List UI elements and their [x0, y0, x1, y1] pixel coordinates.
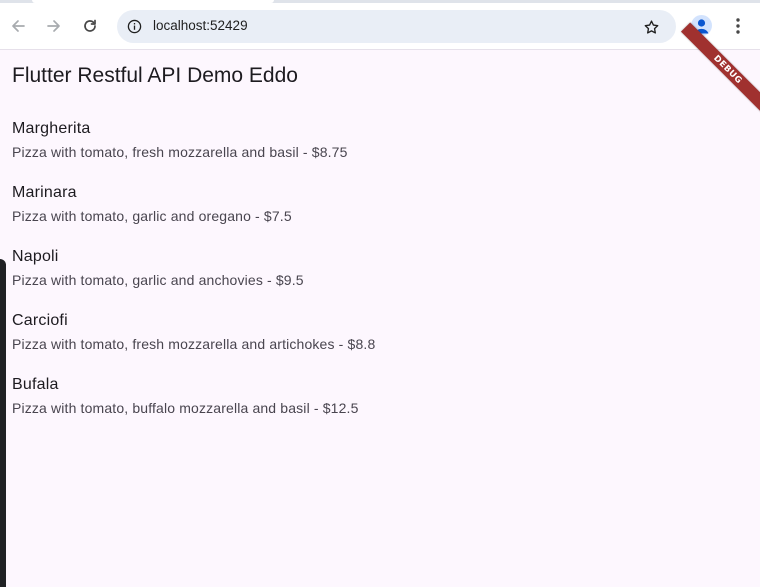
pizza-name: Napoli [12, 248, 59, 265]
pizza-name: Bufala [12, 376, 59, 393]
reload-button[interactable] [77, 13, 103, 39]
tab-strip [0, 0, 760, 3]
adjacent-window-edge [0, 259, 6, 587]
pizza-description: Pizza with tomato, buffalo mozzarella an… [12, 400, 359, 416]
pizza-description: Pizza with tomato, garlic and oregano - … [12, 208, 292, 224]
kebab-menu-icon [736, 18, 740, 34]
pizza-name: Marinara [12, 184, 77, 201]
bookmark-button[interactable] [640, 16, 662, 38]
active-tab[interactable] [32, 0, 274, 3]
debug-banner-label: DEBUG [711, 53, 745, 86]
pizza-description: Pizza with tomato, fresh mozzarella and … [12, 144, 348, 160]
pizza-description: Pizza with tomato, fresh mozzarella and … [12, 336, 376, 352]
info-icon [127, 19, 142, 34]
pizza-description: Pizza with tomato, garlic and anchovies … [12, 272, 304, 288]
app-bar-title: Flutter Restful API Demo Eddo [12, 64, 298, 87]
site-info-button[interactable] [123, 15, 146, 38]
url-text[interactable]: localhost:52429 [153, 18, 248, 33]
pizza-name: Carciofi [12, 312, 68, 329]
browser-toolbar: localhost:52429 [0, 0, 760, 50]
forward-button[interactable] [41, 13, 67, 39]
reload-icon [84, 19, 96, 32]
arrow-forward-icon [47, 20, 60, 32]
arrow-back-icon [12, 20, 25, 32]
browser-menu-button[interactable] [728, 15, 748, 37]
back-button[interactable] [5, 13, 31, 39]
star-icon [644, 19, 658, 34]
pizza-name: Margherita [12, 120, 91, 137]
address-bar[interactable]: localhost:52429 [117, 10, 676, 43]
